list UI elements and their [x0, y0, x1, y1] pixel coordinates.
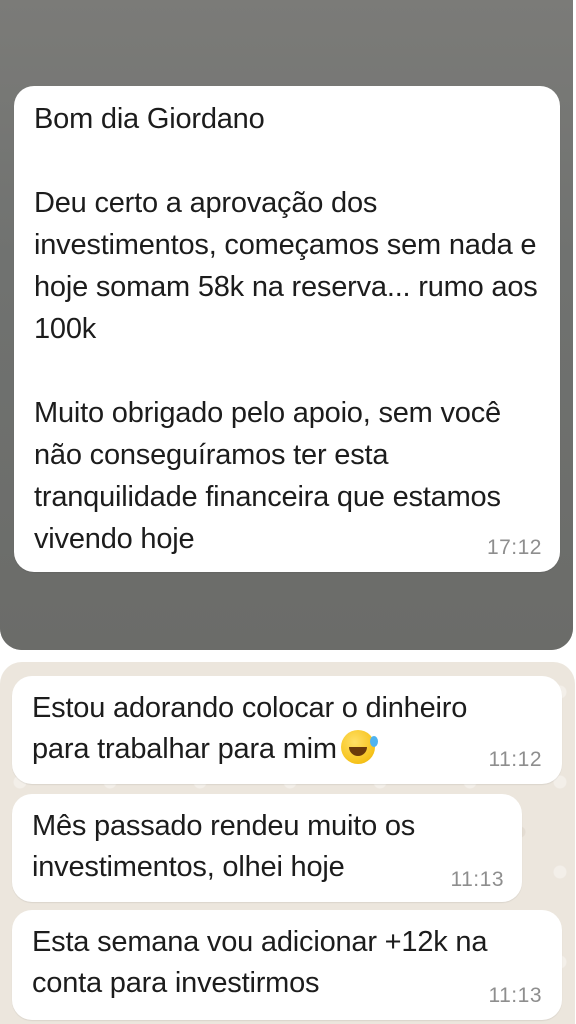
chat-screenshot-bottom: Estou adorando colocar o dinheiro para t…: [0, 662, 575, 1024]
message-bubble[interactable]: Esta semana vou adicionar +12k na conta …: [12, 910, 562, 1020]
message-timestamp: 11:12: [488, 748, 542, 771]
message-text: Mês passado rendeu muito os investimento…: [32, 810, 416, 883]
message-bubble-top[interactable]: Bom dia Giordano Deu certo a aprovação d…: [14, 86, 560, 572]
chat-screenshot-top: Bom dia Giordano Deu certo a aprovação d…: [0, 0, 573, 650]
message-timestamp: 11:13: [488, 984, 542, 1007]
message-text: Bom dia Giordano Deu certo a aprovação d…: [34, 103, 538, 555]
message-text: Estou adorando colocar o dinheiro para t…: [32, 688, 492, 770]
message-bubble[interactable]: Estou adorando colocar o dinheiro para t…: [12, 676, 562, 784]
message-text-content: Estou adorando colocar o dinheiro para t…: [32, 692, 468, 765]
message-text: Esta semana vou adicionar +12k na conta …: [32, 926, 488, 999]
message-bubble[interactable]: Mês passado rendeu muito os investimento…: [12, 794, 522, 902]
message-timestamp: 11:13: [450, 868, 504, 891]
message-timestamp: 17:12: [486, 536, 542, 559]
rolling-on-floor-laughing-emoji-icon: [340, 730, 378, 764]
